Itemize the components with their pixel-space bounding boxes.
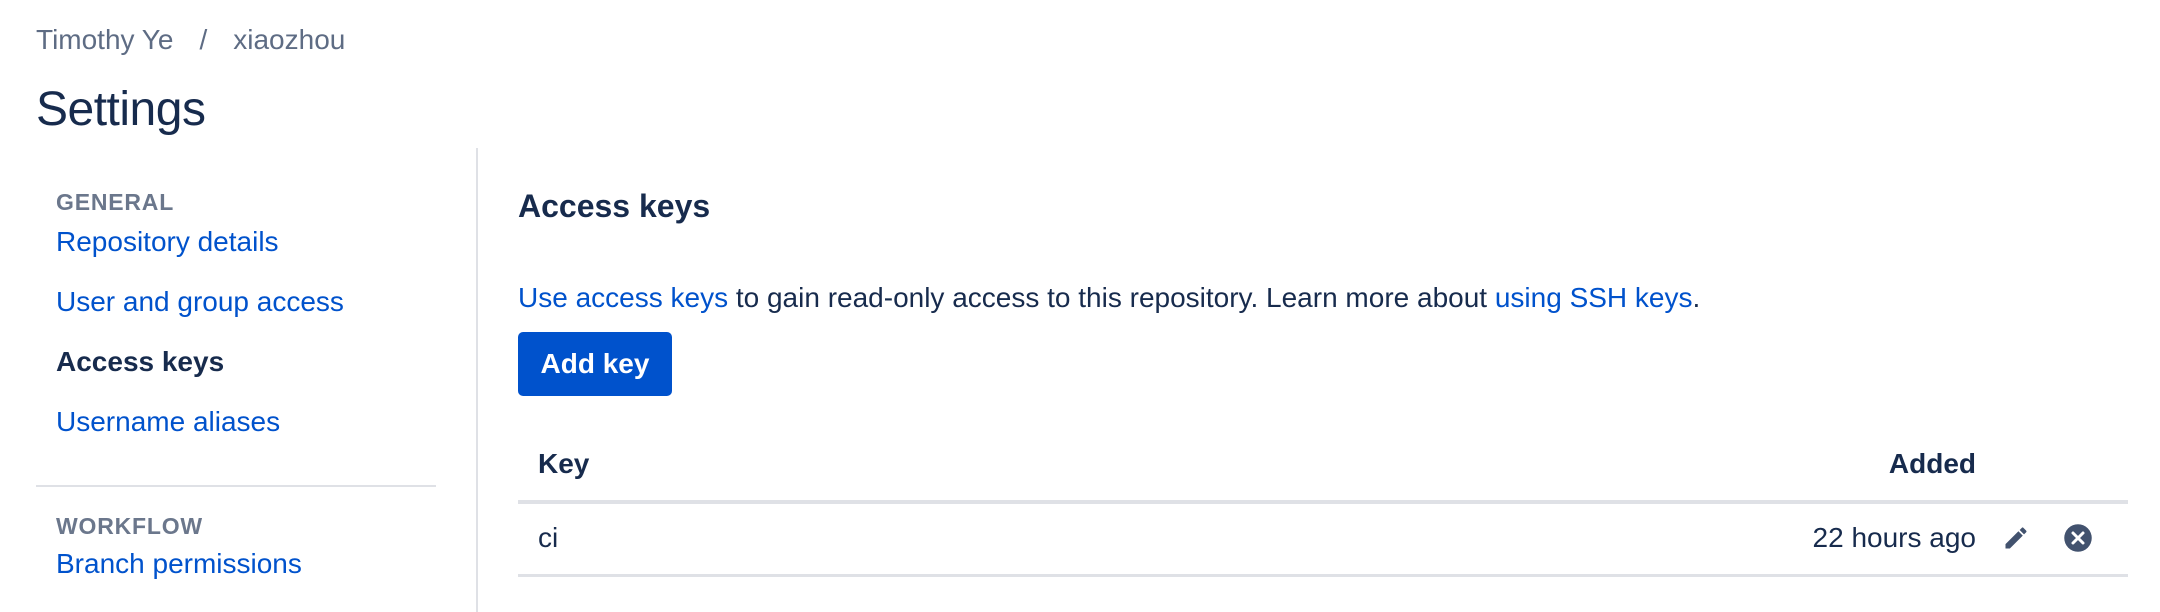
- sidebar-item-user-and-group-access[interactable]: User and group access: [56, 284, 344, 320]
- close-circle-icon: [2064, 524, 2092, 552]
- sidebar-vertical-divider: [476, 148, 478, 612]
- sidebar-item-branch-permissions[interactable]: Branch permissions: [56, 546, 302, 582]
- settings-sidebar: GENERAL Repository details User and grou…: [36, 148, 436, 612]
- use-access-keys-link[interactable]: Use access keys: [518, 282, 728, 313]
- key-added-cell: 22 hours ago: [1812, 522, 1976, 553]
- sidebar-item-access-keys[interactable]: Access keys: [56, 344, 224, 380]
- settings-page: Timothy Ye / xiaozhou Settings GENERAL R…: [0, 0, 2160, 612]
- breadcrumb-project-link[interactable]: Timothy Ye: [36, 24, 173, 56]
- table-row-divider: [518, 574, 2128, 577]
- description-text-2: .: [1692, 282, 1701, 313]
- breadcrumb-separator: /: [199, 24, 208, 55]
- description-text-1: to gain read-only access to this reposit…: [728, 282, 1495, 313]
- breadcrumb-repository-link[interactable]: xiaozhou: [233, 24, 345, 56]
- column-header-key: Key: [538, 448, 590, 479]
- pencil-icon: [2005, 527, 2027, 549]
- edit-key-button[interactable]: [1998, 520, 2034, 556]
- access-keys-description: Use access keys to gain read-only access…: [518, 280, 1700, 316]
- section-title: Access keys: [518, 188, 711, 224]
- using-ssh-keys-link[interactable]: using SSH keys: [1495, 282, 1693, 313]
- delete-key-button[interactable]: [2060, 520, 2096, 556]
- sidebar-item-username-aliases[interactable]: Username aliases: [56, 404, 280, 440]
- breadcrumb: Timothy Ye / xiaozhou: [36, 22, 345, 58]
- add-key-button[interactable]: Add key: [518, 332, 672, 396]
- table-row: ci 22 hours ago: [518, 504, 2128, 574]
- sidebar-divider: [36, 485, 436, 487]
- page-title: Settings: [36, 83, 206, 136]
- sidebar-heading-general: GENERAL: [56, 189, 175, 215]
- sidebar-heading-workflow: WORKFLOW: [56, 513, 203, 539]
- sidebar-item-repository-details[interactable]: Repository details: [56, 224, 279, 260]
- key-label-cell: ci: [538, 522, 559, 553]
- column-header-added: Added: [1888, 448, 1976, 479]
